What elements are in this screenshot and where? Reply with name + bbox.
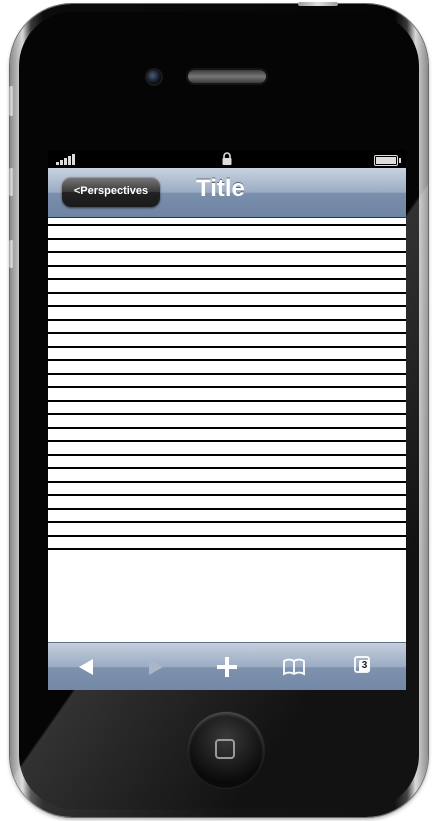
screen: <Perspectives Title 3: [48, 150, 406, 690]
earpiece-speaker: [188, 70, 266, 83]
list-item[interactable]: [48, 442, 406, 456]
list-item[interactable]: [48, 348, 406, 361]
battery-icon: [374, 155, 401, 166]
forward-arrow-icon[interactable]: [144, 655, 168, 679]
volume-down-button: [9, 240, 14, 268]
mute-switch: [9, 86, 14, 116]
table-list: [48, 218, 406, 638]
list-item[interactable]: [48, 307, 406, 321]
list-item[interactable]: [48, 415, 406, 429]
navigation-bar: <Perspectives Title: [48, 168, 406, 218]
list-item[interactable]: [48, 510, 406, 523]
list-item[interactable]: [48, 240, 406, 253]
tabs-count-badge: 3: [359, 660, 370, 672]
list-item[interactable]: [48, 429, 406, 442]
list-item[interactable]: [48, 402, 406, 415]
list-item[interactable]: [48, 537, 406, 550]
list-item[interactable]: [48, 321, 406, 334]
list-item[interactable]: [48, 253, 406, 267]
power-button: [298, 2, 338, 6]
list-item[interactable]: [48, 523, 406, 537]
home-square-icon: [215, 739, 235, 759]
lock-icon: [222, 152, 232, 165]
front-camera: [147, 70, 161, 84]
list-item[interactable]: [48, 226, 406, 240]
tabs-icon[interactable]: 3: [353, 655, 377, 679]
list-item[interactable]: [48, 483, 406, 496]
list-item[interactable]: [48, 375, 406, 388]
volume-up-button: [9, 168, 14, 196]
list-item[interactable]: [48, 280, 406, 294]
bookmarks-icon[interactable]: [282, 655, 306, 679]
home-button[interactable]: [188, 712, 264, 788]
bottom-toolbar: 3: [48, 642, 406, 690]
list-item[interactable]: [48, 334, 406, 348]
back-arrow-icon[interactable]: [74, 655, 98, 679]
list-item[interactable]: [48, 388, 406, 402]
list-item[interactable]: [48, 496, 406, 510]
signal-strength-icon: [56, 154, 76, 165]
list-item[interactable]: [48, 469, 406, 483]
list-item[interactable]: [48, 294, 406, 307]
plus-icon[interactable]: [215, 655, 239, 679]
back-button[interactable]: <Perspectives: [62, 177, 160, 207]
status-bar: [48, 150, 406, 168]
page-title: Title: [196, 175, 245, 202]
list-item[interactable]: [48, 361, 406, 375]
list-item[interactable]: [48, 456, 406, 469]
list-item[interactable]: [48, 218, 406, 226]
list-item[interactable]: [48, 267, 406, 280]
